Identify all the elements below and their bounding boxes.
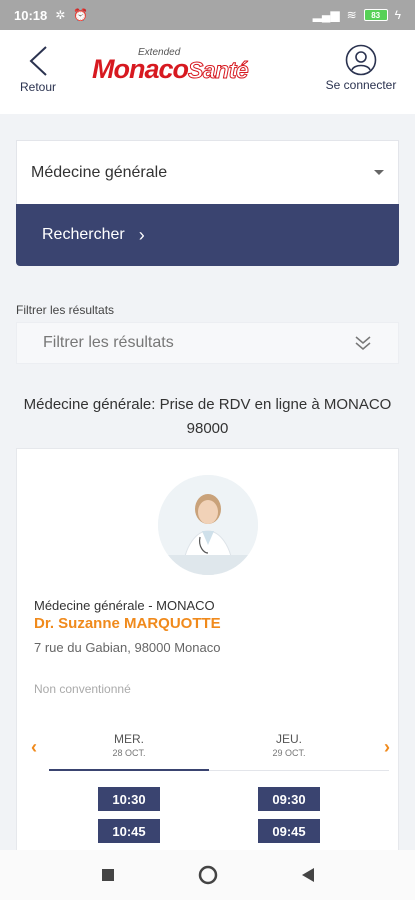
convention-status: Non conventionné <box>34 682 131 696</box>
selected-day-indicator <box>49 769 209 771</box>
logo-monaco-text: Monaco <box>92 54 189 84</box>
time-slot[interactable]: 10:45 <box>98 819 160 843</box>
day-date: 28 OCT. <box>112 748 146 758</box>
filter-placeholder: Filtrer les résultats <box>43 334 174 351</box>
filter-label: Filtrer les résultats <box>16 303 115 317</box>
square-nav-icon <box>101 869 114 881</box>
specialty-value: Médecine générale <box>31 163 168 181</box>
back-chevron-icon <box>29 46 47 76</box>
doctor-specialty: Médecine générale - MONACO <box>34 598 215 613</box>
dropdown-caret-icon <box>374 170 384 175</box>
charging-icon: ϟ <box>394 8 401 22</box>
doctor-avatar <box>158 475 258 575</box>
wifi-icon: ≋ <box>346 8 357 22</box>
app-logo: Extended MonacoSanté <box>92 44 292 92</box>
signal-icon: ▂▄▆ <box>312 8 340 22</box>
login-button[interactable]: Se connecter <box>321 44 401 104</box>
alarm-icon: ⏰ <box>73 8 89 22</box>
day-tab[interactable]: JEU. 29 OCT. <box>209 732 369 758</box>
system-nav-bar <box>0 850 415 900</box>
next-day-icon[interactable]: › <box>384 737 390 758</box>
chevron-right-icon: › <box>138 224 145 245</box>
login-label: Se connecter <box>325 78 397 92</box>
circle-nav-icon <box>198 865 217 885</box>
app-header: Retour Extended MonacoSanté Se connecter <box>0 30 415 114</box>
back-label: Retour <box>19 80 57 94</box>
specialty-select[interactable]: Médecine générale <box>16 140 399 204</box>
logo-sante-text: Santé <box>188 57 250 84</box>
day-date: 29 OCT. <box>272 748 306 758</box>
wifi-off-icon: ✲ <box>55 8 66 22</box>
doctor-name[interactable]: Dr. Suzanne MARQUOTTE <box>34 615 221 632</box>
status-time: 10:18 <box>14 7 48 23</box>
user-circle-icon <box>345 44 377 76</box>
time-slot[interactable]: 09:30 <box>258 787 320 811</box>
home-button[interactable] <box>193 860 223 890</box>
day-tab[interactable]: MER. 28 OCT. <box>49 732 209 758</box>
day-name: MER. <box>114 732 144 746</box>
status-bar: 10:18 ✲ ⏰ ▂▄▆ ≋ 83 ϟ <box>0 0 415 30</box>
back-button[interactable]: Retour <box>14 44 62 104</box>
recent-apps-button[interactable] <box>93 860 123 890</box>
battery-icon: 83 <box>363 9 388 21</box>
back-nav-button[interactable] <box>293 860 323 890</box>
time-slot[interactable]: 09:45 <box>258 819 320 843</box>
time-slot[interactable]: 10:30 <box>98 787 160 811</box>
doctor-card: Médecine générale - MONACO Dr. Suzanne M… <box>16 448 399 868</box>
day-name: JEU. <box>275 732 302 746</box>
doctor-address: 7 rue du Gabian, 98000 Monaco <box>34 640 221 655</box>
results-title: Médecine générale: Prise de RDV en ligne… <box>23 396 392 437</box>
double-chevron-down-icon <box>355 336 371 350</box>
filter-input[interactable]: Filtrer les résultats <box>16 322 399 364</box>
previous-day-icon[interactable]: ‹ <box>31 737 37 758</box>
search-button-label: Rechercher <box>42 226 125 243</box>
triangle-back-nav-icon <box>301 868 314 882</box>
search-button[interactable]: Rechercher › <box>16 204 399 266</box>
